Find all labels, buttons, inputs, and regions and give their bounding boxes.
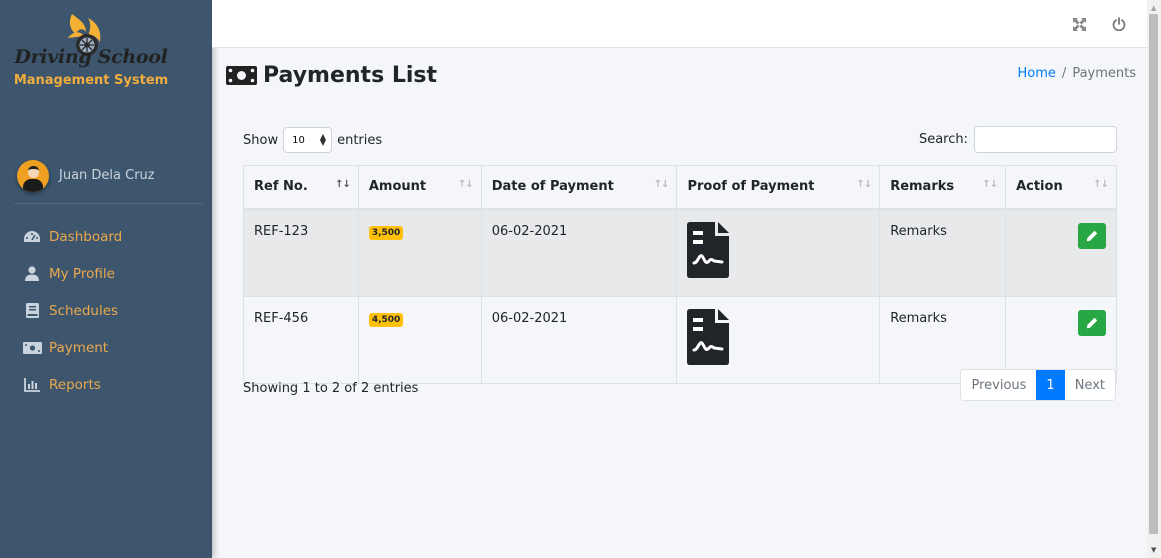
datatable-controls: Show 10 ▲ ▼ entries Search: bbox=[243, 126, 1117, 154]
search-control: Search: bbox=[919, 126, 1117, 153]
sidebar-item-label: Payment bbox=[49, 339, 109, 356]
column-header-ref-no[interactable]: Ref No. ↑↓ bbox=[243, 165, 359, 210]
sidebar: Driving School Management System Juan De… bbox=[0, 0, 212, 558]
sidebar-item-payment[interactable]: Payment bbox=[0, 329, 212, 366]
table-header-row: Ref No. ↑↓ Amount ↑↓ Date of Payment ↑↓ Pro… bbox=[243, 165, 1117, 210]
logout-button[interactable] bbox=[1109, 14, 1129, 34]
file-signature-icon[interactable] bbox=[687, 221, 730, 278]
user-icon bbox=[22, 266, 42, 282]
page-title: Payments List bbox=[226, 63, 437, 88]
pencil-icon bbox=[1086, 317, 1098, 328]
scroll-thumb[interactable] bbox=[1149, 14, 1158, 534]
sort-icon: ↑↓ bbox=[653, 179, 670, 190]
column-header-action[interactable]: Action ↑↓ bbox=[1005, 165, 1117, 210]
sort-icon: ↑↓ bbox=[335, 179, 351, 190]
page-scrollbar[interactable]: ▲ ▼ bbox=[1147, 0, 1161, 558]
scroll-up-arrow-icon[interactable]: ▲ bbox=[1151, 4, 1156, 12]
sort-icon: ↑↓ bbox=[982, 179, 998, 190]
sidebar-nav: Dashboard My Profile Schedules Payment R… bbox=[0, 218, 212, 403]
brand-subtitle: Management System bbox=[13, 73, 169, 88]
edit-button[interactable] bbox=[1078, 309, 1106, 336]
expand-arrows-icon bbox=[1072, 17, 1086, 31]
sidebar-item-label: Reports bbox=[49, 376, 101, 393]
money-bill-icon bbox=[226, 66, 257, 85]
money-bill-icon bbox=[22, 340, 42, 356]
brand-logo[interactable]: Driving School Management System bbox=[0, 8, 212, 98]
edit-button[interactable] bbox=[1078, 222, 1106, 249]
amount-badge: 4,500 bbox=[368, 312, 404, 327]
sidebar-item-reports[interactable]: Reports bbox=[0, 366, 212, 403]
breadcrumb-home-link[interactable]: Home bbox=[1018, 66, 1056, 81]
file-signature-icon[interactable] bbox=[687, 308, 730, 365]
top-navbar bbox=[212, 0, 1147, 48]
user-panel[interactable]: Juan Dela Cruz bbox=[14, 158, 204, 204]
ref-no-cell: REF-123 bbox=[243, 208, 359, 297]
book-icon bbox=[22, 303, 42, 319]
show-label: Show bbox=[243, 132, 279, 148]
chart-bar-icon bbox=[22, 377, 42, 393]
search-label: Search: bbox=[918, 132, 968, 147]
proof-cell bbox=[676, 208, 881, 297]
payments-table: Ref No. ↑↓ Amount ↑↓ Date of Payment ↑↓ Pro… bbox=[243, 165, 1117, 384]
page-length-select[interactable]: 10 bbox=[283, 127, 333, 153]
sidebar-item-my-profile[interactable]: My Profile bbox=[0, 255, 212, 292]
table-row: REF-123 3,500 06-02-2021 Remarks bbox=[243, 208, 1117, 297]
sort-icon: ↑↓ bbox=[1093, 179, 1109, 190]
column-header-amount[interactable]: Amount ↑↓ bbox=[357, 165, 482, 210]
column-header-date-of-payment[interactable]: Date of Payment ↑↓ bbox=[480, 165, 678, 210]
avatar bbox=[17, 159, 49, 192]
pencil-icon bbox=[1086, 230, 1098, 241]
action-cell bbox=[1005, 208, 1117, 297]
pagination: Previous 1 Next bbox=[960, 369, 1116, 401]
search-input[interactable] bbox=[974, 126, 1117, 153]
breadcrumb-current: Payments bbox=[1072, 66, 1136, 81]
previous-page-button[interactable]: Previous bbox=[961, 370, 1036, 400]
next-page-button[interactable]: Next bbox=[1065, 370, 1115, 400]
sort-icon: ↑↓ bbox=[457, 179, 474, 190]
column-header-remarks[interactable]: Remarks ↑↓ bbox=[879, 165, 1007, 210]
sidebar-item-label: Schedules bbox=[49, 302, 119, 319]
table-info: Showing 1 to 2 of 2 entries bbox=[243, 381, 419, 396]
content-header: Payments List Home / Payments bbox=[226, 60, 1136, 100]
sidebar-item-schedules[interactable]: Schedules bbox=[0, 292, 212, 329]
page-title-text: Payments List bbox=[263, 63, 437, 88]
sidebar-item-label: My Profile bbox=[49, 265, 115, 282]
column-header-proof-of-payment[interactable]: Proof of Payment ↑↓ bbox=[676, 165, 881, 210]
date-cell: 06-02-2021 bbox=[480, 208, 678, 297]
sidebar-item-dashboard[interactable]: Dashboard bbox=[0, 218, 212, 255]
page-length-control: Show 10 ▲ ▼ entries bbox=[243, 127, 382, 153]
brand-script-name: Driving School bbox=[14, 46, 168, 68]
sort-icon: ↑↓ bbox=[856, 179, 872, 190]
power-off-icon bbox=[1112, 17, 1126, 31]
tachometer-icon bbox=[22, 229, 42, 245]
amount-cell: 3,500 bbox=[357, 208, 482, 297]
fullscreen-button[interactable] bbox=[1069, 14, 1089, 34]
user-name: Juan Dela Cruz bbox=[59, 168, 155, 183]
sidebar-item-label: Dashboard bbox=[49, 228, 123, 245]
breadcrumb: Home / Payments bbox=[1018, 66, 1136, 81]
scroll-down-arrow-icon[interactable]: ▼ bbox=[1151, 546, 1156, 554]
amount-badge: 3,500 bbox=[368, 225, 404, 240]
breadcrumb-separator: / bbox=[1061, 66, 1067, 81]
remarks-cell: Remarks bbox=[879, 208, 1007, 297]
entries-label: entries bbox=[337, 132, 383, 148]
datatable-footer: Showing 1 to 2 of 2 entries Previous 1 N… bbox=[243, 369, 1117, 401]
page-1-button[interactable]: 1 bbox=[1036, 370, 1065, 400]
